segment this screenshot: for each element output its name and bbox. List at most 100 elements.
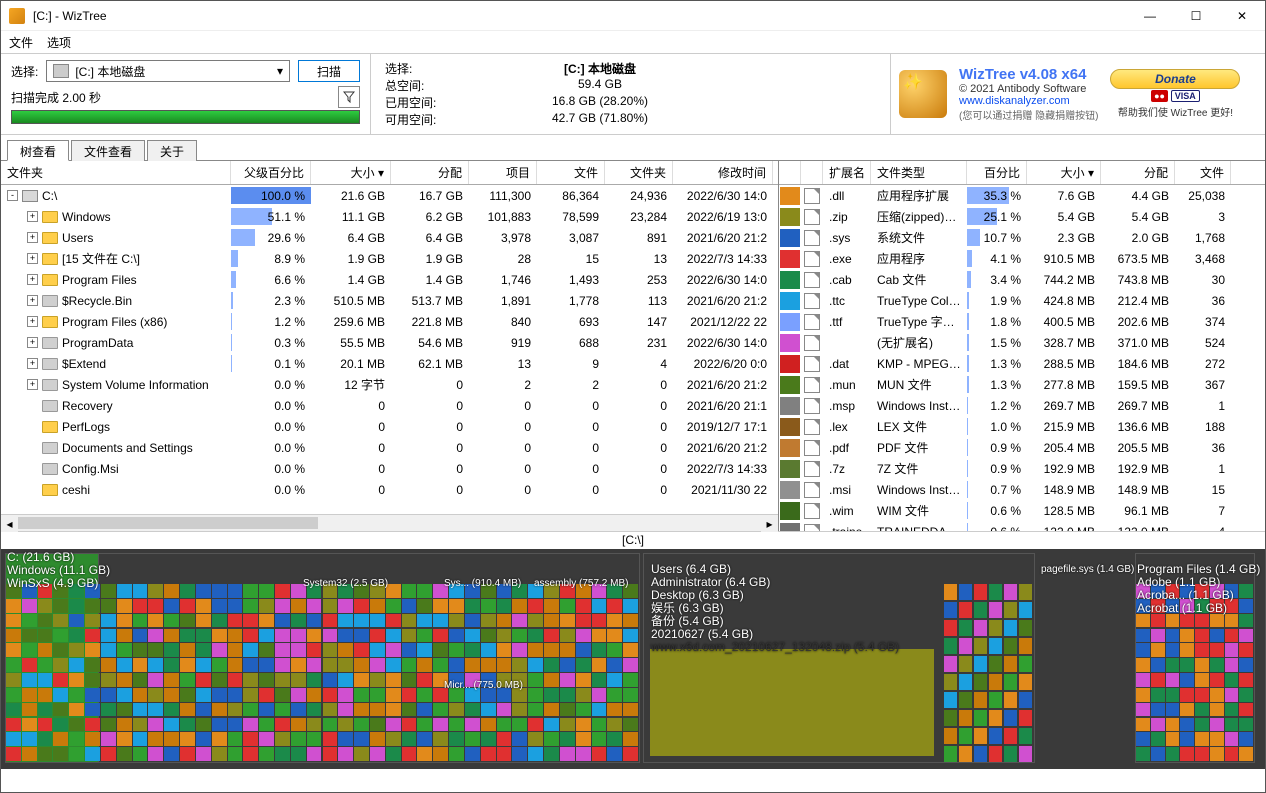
tree-row[interactable]: Documents and Settings0.0 %000002021/6/2… — [1, 437, 778, 458]
ext-row[interactable]: .munMUN 文件1.3 %277.8 MB159.5 MB367 — [779, 374, 1265, 395]
tree-row[interactable]: +[15 文件在 C:\]8.9 %1.9 GB1.9 GB2815132022… — [1, 248, 778, 269]
ext-row[interactable]: .7z7Z 文件0.9 %192.9 MB192.9 MB1 — [779, 458, 1265, 479]
filter-button[interactable] — [338, 86, 360, 108]
tab-tree-view[interactable]: 树查看 — [7, 140, 69, 161]
ext-row[interactable]: .wimWIM 文件0.6 %128.5 MB96.1 MB7 — [779, 500, 1265, 521]
file-type-icon — [804, 503, 820, 519]
tree-row[interactable]: +ProgramData0.3 %55.5 MB54.6 MB919688231… — [1, 332, 778, 353]
maximize-button[interactable]: ☐ — [1173, 1, 1219, 31]
ext-row[interactable]: .ttfTrueType 字体文1.8 %400.5 MB202.6 MB374 — [779, 311, 1265, 332]
tree-row[interactable]: +Windows51.1 %11.1 GB6.2 GB101,88378,599… — [1, 206, 778, 227]
tm-winsxs-label: WinSxS (4.9 GB) — [7, 577, 110, 590]
expander-icon[interactable]: + — [27, 232, 38, 243]
tree-col-7[interactable]: 修改时间 — [673, 161, 773, 184]
scroll-right-icon[interactable]: ▸ — [761, 515, 778, 532]
ext-row[interactable]: .cabCab 文件3.4 %744.2 MB743.8 MB30 — [779, 269, 1265, 290]
tree-col-5[interactable]: 文件 — [537, 161, 605, 184]
tree-col-4[interactable]: 项目 — [469, 161, 537, 184]
app-icon — [9, 8, 25, 24]
path-bar: [C:\] — [1, 531, 1265, 549]
expander-icon — [27, 400, 38, 411]
ext-col-0[interactable] — [779, 161, 801, 184]
ext-row[interactable]: .ttcTrueType Collect1.9 %424.8 MB212.4 M… — [779, 290, 1265, 311]
tree-row[interactable]: +Program Files (x86)1.2 %259.6 MB221.8 M… — [1, 311, 778, 332]
ext-row[interactable]: .zip压缩(zipped)文件25.1 %5.4 GB5.4 GB3 — [779, 206, 1265, 227]
ext-col-7[interactable]: 文件 — [1175, 161, 1231, 184]
file-type-icon — [804, 377, 820, 393]
ext-col-2[interactable]: 扩展名 — [823, 161, 871, 184]
ext-row[interactable]: (无扩展名)1.5 %328.7 MB371.0 MB524 — [779, 332, 1265, 353]
tree-col-6[interactable]: 文件夹 — [605, 161, 673, 184]
tree-h-scrollbar[interactable]: ◂ ▸ — [1, 514, 778, 531]
minimize-button[interactable]: — — [1127, 1, 1173, 31]
ext-row[interactable]: .sys系统文件10.7 %2.3 GB2.0 GB1,768 — [779, 227, 1265, 248]
tree-row[interactable]: +$Recycle.Bin2.3 %510.5 MB513.7 MB1,8911… — [1, 290, 778, 311]
ext-row[interactable]: .msiWindows Installe0.7 %148.9 MB148.9 M… — [779, 479, 1265, 500]
main-split: 文件夹父级百分比大小 ▾分配项目文件文件夹修改时间 -C:\100.0 %21.… — [1, 161, 1265, 531]
ext-col-5[interactable]: 大小 ▾ — [1027, 161, 1101, 184]
expander-icon[interactable]: + — [27, 253, 38, 264]
tm-system32-label: System32 (2.5 GB) — [303, 577, 388, 590]
scroll-left-icon[interactable]: ◂ — [1, 515, 18, 532]
website-link[interactable]: www.diskanalyzer.com — [959, 95, 1098, 107]
ext-row[interactable]: .lexLEX 文件1.0 %215.9 MB136.6 MB188 — [779, 416, 1265, 437]
tree-row[interactable]: Recovery0.0 %000002021/6/20 21:1 — [1, 395, 778, 416]
tree-row[interactable]: +$Extend0.1 %20.1 MB62.1 MB13942022/6/20… — [1, 353, 778, 374]
tree-row[interactable]: +Program Files6.6 %1.4 GB1.4 GB1,7461,49… — [1, 269, 778, 290]
wiztree-logo-icon — [899, 70, 947, 118]
folder-name: $Recycle.Bin — [62, 294, 132, 308]
ext-row[interactable]: .mspWindows Installe1.2 %269.7 MB269.7 M… — [779, 395, 1265, 416]
tree-row[interactable]: -C:\100.0 %21.6 GB16.7 GB111,30086,36424… — [1, 185, 778, 206]
tree-col-3[interactable]: 分配 — [391, 161, 469, 184]
expander-icon[interactable]: + — [27, 295, 38, 306]
ext-color-swatch — [780, 334, 800, 352]
ext-row[interactable]: .dll应用程序扩展35.3 %7.6 GB4.4 GB25,038 — [779, 185, 1265, 206]
folder-icon — [42, 232, 58, 244]
drive-dropdown[interactable]: [C:] 本地磁盘 — [46, 60, 290, 82]
close-button[interactable]: ✕ — [1219, 1, 1265, 31]
tab-file-view[interactable]: 文件查看 — [71, 140, 145, 161]
ext-row[interactable]: .datKMP - MPEG Mc1.3 %288.5 MB184.6 MB27… — [779, 353, 1265, 374]
tree-col-2[interactable]: 大小 ▾ — [311, 161, 391, 184]
tree-row[interactable]: +Users29.6 %6.4 GB6.4 GB3,9783,087891202… — [1, 227, 778, 248]
folder-icon — [42, 463, 58, 475]
ext-col-3[interactable]: 文件类型 — [871, 161, 967, 184]
menu-file[interactable]: 文件 — [9, 34, 33, 51]
tab-about[interactable]: 关于 — [147, 140, 197, 161]
progress-bar — [11, 110, 360, 124]
ext-row[interactable]: .pdfPDF 文件0.9 %205.4 MB205.5 MB36 — [779, 437, 1265, 458]
expander-icon[interactable]: + — [27, 358, 38, 369]
folder-name: Documents and Settings — [62, 441, 193, 455]
expander-icon[interactable]: + — [27, 316, 38, 327]
expander-icon[interactable]: - — [7, 190, 18, 201]
tree-row[interactable]: ceshi0.0 %000002021/11/30 22 — [1, 479, 778, 500]
menu-options[interactable]: 选项 — [47, 34, 71, 51]
tree-row[interactable]: Config.Msi0.0 %000002022/7/3 14:33 — [1, 458, 778, 479]
ext-col-4[interactable]: 百分比 — [967, 161, 1027, 184]
ext-row[interactable]: .traineTRAINEDDATA 文0.6 %122.0 MB122.0 M… — [779, 521, 1265, 531]
scan-button[interactable]: 扫描 — [298, 60, 360, 82]
tree-col-0[interactable]: 文件夹 — [1, 161, 231, 184]
tree-row[interactable]: +System Volume Information0.0 %12 字节0220… — [1, 374, 778, 395]
ext-col-6[interactable]: 分配 — [1101, 161, 1175, 184]
expander-icon[interactable]: + — [27, 379, 38, 390]
ext-row[interactable]: .exe应用程序4.1 %910.5 MB673.5 MB3,468 — [779, 248, 1265, 269]
folder-icon — [42, 484, 58, 496]
tm-acrobat-label: Acrobat (1.1 GB) — [1137, 602, 1260, 615]
tm-micr-label: Micr... (775.0 MB) — [444, 679, 523, 692]
expander-icon[interactable]: + — [27, 211, 38, 222]
expander-icon — [27, 442, 38, 453]
tree-body[interactable]: -C:\100.0 %21.6 GB16.7 GB111,30086,36424… — [1, 185, 778, 514]
ext-body[interactable]: .dll应用程序扩展35.3 %7.6 GB4.4 GB25,038.zip压缩… — [779, 185, 1265, 531]
copyright: © 2021 Antibody Software — [959, 83, 1098, 95]
tree-row[interactable]: PerfLogs0.0 %000002019/12/7 17:1 — [1, 416, 778, 437]
folder-tree-pane: 文件夹父级百分比大小 ▾分配项目文件文件夹修改时间 -C:\100.0 %21.… — [1, 161, 779, 531]
ext-col-1[interactable] — [801, 161, 823, 184]
scroll-thumb[interactable] — [18, 517, 318, 529]
tree-col-1[interactable]: 父级百分比 — [231, 161, 311, 184]
expander-icon[interactable]: + — [27, 337, 38, 348]
treemap[interactable]: C: (21.6 GB) Windows (11.1 GB) WinSxS (4… — [1, 549, 1265, 769]
expander-icon[interactable]: + — [27, 274, 38, 285]
file-type-icon — [804, 293, 820, 309]
donate-button[interactable]: Donate — [1110, 69, 1240, 89]
